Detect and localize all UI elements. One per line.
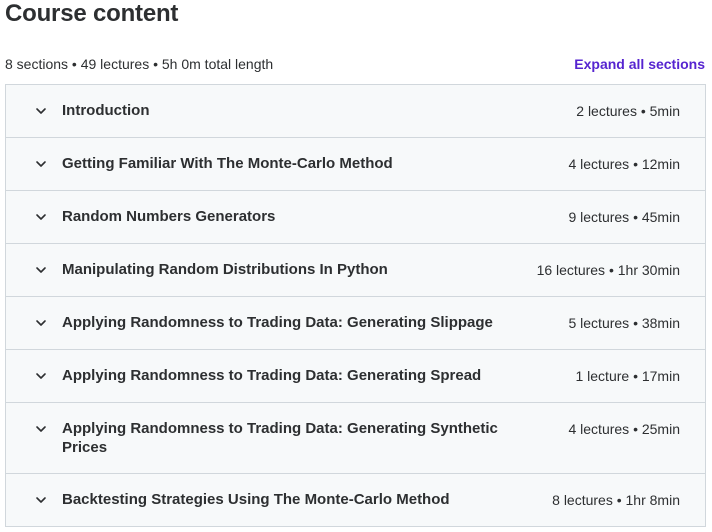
section-panel[interactable]: Random Numbers Generators 9 lectures • 4… bbox=[6, 191, 705, 244]
section-title: Manipulating Random Distributions In Pyt… bbox=[62, 261, 388, 278]
section-panel[interactable]: Applying Randomness to Trading Data: Gen… bbox=[6, 350, 705, 403]
chevron-down-icon bbox=[34, 263, 48, 277]
section-title: Getting Familiar With The Monte-Carlo Me… bbox=[62, 155, 393, 172]
section-panel[interactable]: Introduction 2 lectures • 5min bbox=[6, 85, 705, 138]
chevron-down-icon bbox=[34, 369, 48, 383]
section-panel[interactable]: Applying Randomness to Trading Data: Gen… bbox=[6, 297, 705, 350]
chevron-down-icon bbox=[34, 316, 48, 330]
section-meta: 8 lectures • 1hr 8min bbox=[552, 492, 680, 508]
section-title: Backtesting Strategies Using The Monte-C… bbox=[62, 491, 450, 508]
section-panel[interactable]: Backtesting Strategies Using The Monte-C… bbox=[6, 474, 705, 527]
section-meta: 2 lectures • 5min bbox=[576, 103, 680, 119]
expand-all-sections-button[interactable]: Expand all sections bbox=[574, 55, 705, 73]
chevron-down-icon bbox=[34, 104, 48, 118]
chevron-down-icon bbox=[34, 210, 48, 224]
section-meta: 9 lectures • 45min bbox=[568, 209, 680, 225]
section-meta: 1 lecture • 17min bbox=[575, 368, 680, 384]
section-title: Random Numbers Generators bbox=[62, 208, 276, 225]
section-panel[interactable]: Getting Familiar With The Monte-Carlo Me… bbox=[6, 138, 705, 191]
page-title: Course content bbox=[5, 0, 179, 27]
section-meta: 5 lectures • 38min bbox=[568, 315, 680, 331]
section-meta: 4 lectures • 25min bbox=[568, 421, 680, 437]
course-sections-list: Introduction 2 lectures • 5min Getting F… bbox=[5, 84, 706, 527]
chevron-down-icon bbox=[34, 157, 48, 171]
section-panel[interactable]: Manipulating Random Distributions In Pyt… bbox=[6, 244, 705, 297]
section-title: Introduction bbox=[62, 102, 150, 119]
section-title: Applying Randomness to Trading Data: Gen… bbox=[62, 420, 498, 456]
section-title: Applying Randomness to Trading Data: Gen… bbox=[62, 314, 493, 331]
section-title: Applying Randomness to Trading Data: Gen… bbox=[62, 367, 482, 384]
section-meta: 16 lectures • 1hr 30min bbox=[536, 262, 680, 278]
section-meta: 4 lectures • 12min bbox=[568, 156, 680, 172]
chevron-down-icon bbox=[34, 493, 48, 507]
chevron-down-icon bbox=[34, 422, 48, 436]
course-summary-bar: 8 sections • 49 lectures • 5h 0m total l… bbox=[5, 55, 705, 73]
section-panel[interactable]: Applying Randomness to Trading Data: Gen… bbox=[6, 403, 705, 474]
course-summary: 8 sections • 49 lectures • 5h 0m total l… bbox=[5, 56, 274, 72]
